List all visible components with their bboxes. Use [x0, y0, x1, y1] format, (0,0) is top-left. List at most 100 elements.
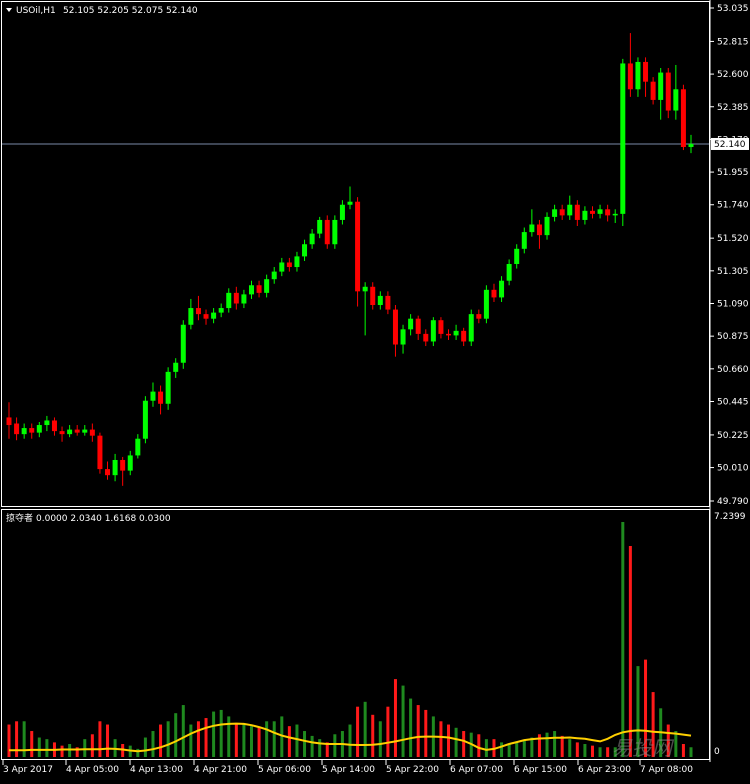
candle	[385, 291, 391, 315]
price-tick-label: 52.815	[717, 37, 749, 47]
candle-body	[74, 429, 80, 433]
candle	[74, 425, 80, 436]
candle	[332, 215, 338, 249]
price-tick-label: 52.385	[717, 103, 749, 113]
candle	[506, 259, 512, 286]
candle	[400, 324, 406, 354]
candle-body	[582, 210, 588, 220]
candle	[317, 216, 323, 239]
histogram-bar	[219, 709, 223, 757]
histogram-bar	[333, 734, 337, 757]
histogram-bar	[378, 721, 382, 757]
time-tick-label: 5 Apr 06:00	[258, 765, 311, 775]
candle	[211, 308, 217, 324]
time-tick-label: 5 Apr 14:00	[322, 765, 375, 775]
histogram-bar	[454, 727, 458, 757]
candle	[6, 402, 12, 439]
candle	[491, 283, 497, 302]
candle	[44, 415, 50, 432]
histogram-bar	[249, 726, 253, 757]
candle	[514, 244, 520, 269]
candle	[29, 423, 35, 439]
candle-body	[241, 294, 247, 304]
candle-body	[112, 459, 118, 476]
candle-body	[665, 72, 671, 111]
time-tick-label: 4 Apr 13:00	[130, 765, 183, 775]
candle	[324, 215, 330, 249]
candle	[605, 204, 611, 222]
candle-body	[377, 295, 383, 306]
time-tick-label: 7 Apr 08:00	[640, 765, 693, 775]
candle-body	[286, 262, 292, 268]
candle-body	[211, 312, 217, 319]
candle-body	[29, 428, 35, 433]
candle-body	[499, 280, 505, 298]
histogram-bar	[560, 735, 564, 757]
candle-body	[332, 219, 338, 245]
candle	[597, 204, 603, 219]
price-tick-label: 51.955	[717, 168, 749, 178]
candle-body	[180, 324, 186, 363]
candle	[233, 286, 239, 310]
candle	[430, 317, 436, 347]
candlestick-series	[6, 33, 694, 486]
candle	[302, 239, 308, 261]
candle-body	[574, 204, 580, 220]
candle	[120, 456, 126, 486]
symbol-title: USOil,H1	[16, 6, 56, 16]
candle-body	[97, 435, 103, 470]
candle-body	[355, 201, 361, 292]
histogram-bar	[295, 724, 299, 757]
candle	[226, 288, 232, 313]
indicator-frame	[1, 509, 710, 760]
candle	[355, 197, 361, 307]
candle	[271, 267, 277, 284]
histogram-bar	[681, 744, 685, 757]
trading-chart-window[interactable]: 53.03552.81552.60052.38552.17051.95551.7…	[0, 0, 750, 780]
candle	[499, 276, 505, 302]
candle-body	[127, 455, 133, 471]
histogram-bar	[522, 740, 526, 757]
candle	[158, 385, 164, 415]
chart-canvas[interactable]: 53.03552.81552.60052.38552.17051.95551.7…	[0, 0, 750, 780]
candle-body	[67, 429, 73, 435]
candle	[483, 285, 489, 324]
histogram-bar	[83, 739, 87, 757]
candle-body	[203, 314, 209, 319]
candle-body	[392, 309, 398, 345]
candle	[650, 77, 656, 105]
histogram-bar	[424, 709, 428, 757]
candle-body	[279, 262, 285, 272]
histogram-bar	[151, 731, 155, 757]
candle-body	[408, 318, 414, 330]
histogram-bar	[204, 718, 208, 757]
histogram-bar	[598, 747, 602, 757]
histogram-bar	[409, 698, 413, 757]
price-tick-label: 51.090	[717, 299, 749, 309]
histogram-bar	[310, 735, 314, 757]
candle	[112, 453, 118, 482]
candle	[680, 84, 686, 151]
price-tick-label: 53.035	[717, 4, 749, 14]
candle	[97, 432, 103, 474]
candle-body	[6, 417, 12, 426]
collapse-triangle-icon[interactable]	[6, 8, 12, 12]
candle-body	[271, 271, 277, 280]
candle	[67, 425, 73, 438]
candle	[51, 417, 57, 436]
candle-body	[544, 216, 550, 236]
candle	[476, 309, 482, 324]
candle	[36, 421, 42, 438]
candle	[536, 219, 542, 249]
histogram-bar	[462, 731, 466, 757]
price-tick-label: 51.740	[717, 201, 749, 211]
histogram-bar	[530, 737, 534, 757]
candle-body	[658, 72, 664, 100]
histogram-bar	[568, 739, 572, 757]
indicator-zero-tick: 0	[714, 747, 720, 757]
candle-body	[370, 286, 376, 306]
candle	[135, 434, 141, 459]
candle-body	[461, 330, 467, 342]
candle-body	[226, 292, 232, 309]
candle-body	[627, 63, 633, 90]
